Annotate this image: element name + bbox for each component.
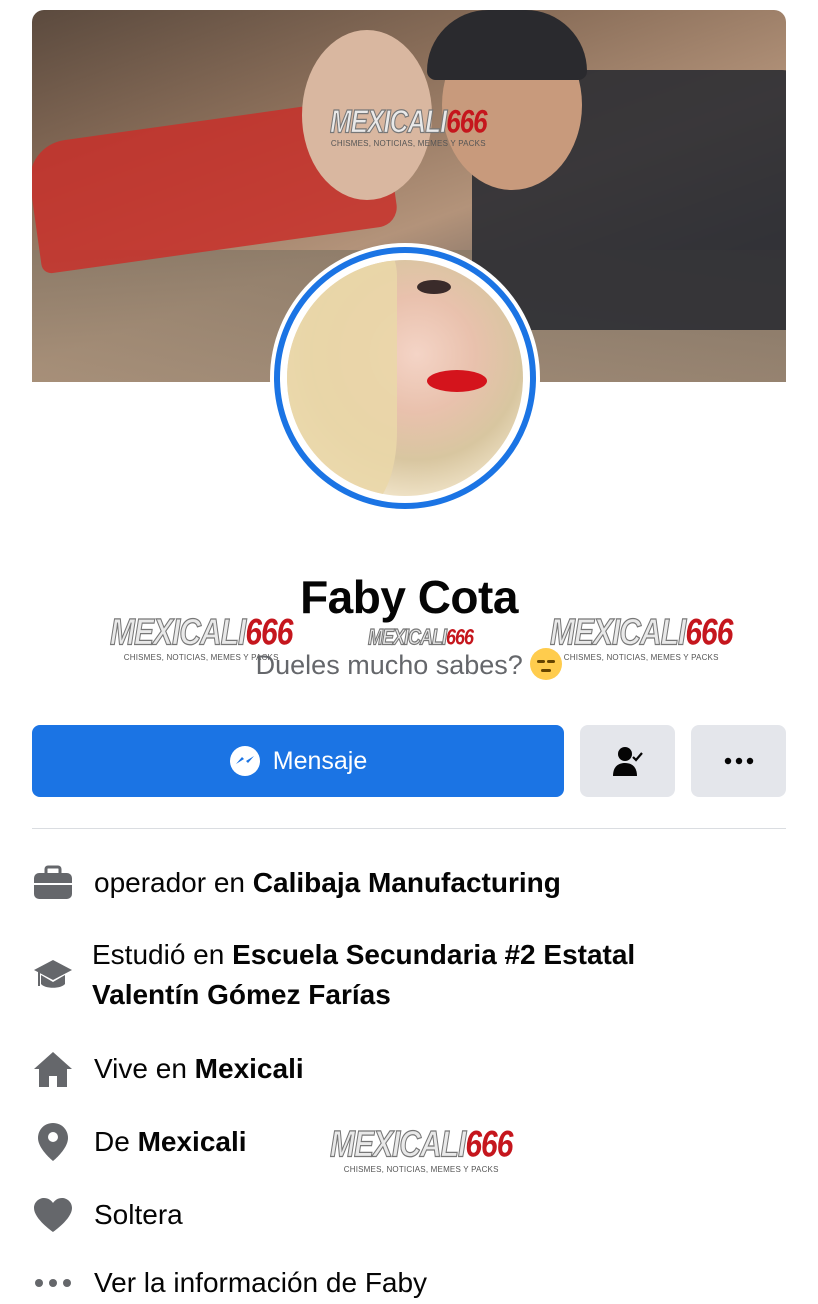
school-link-line2[interactable]: Valentín Gómez Farías: [92, 979, 391, 1010]
lives-text: Vive en Mexicali: [94, 1053, 304, 1084]
message-button[interactable]: Mensaje: [32, 725, 564, 797]
watermark-logo: MEXICALI666: [367, 624, 474, 650]
work-text: operador en Calibaja Manufacturing: [94, 867, 561, 898]
messenger-icon: [229, 746, 260, 776]
see-more-info[interactable]: Ver la información de Faby: [32, 1262, 792, 1304]
home-icon: [32, 1048, 74, 1090]
info-lives: Vive en Mexicali: [32, 1048, 792, 1090]
see-more-text: Ver la información de Faby: [94, 1267, 428, 1298]
story-ring: [274, 247, 536, 509]
info-education: Estudió en Escuela Secundaria #2 Estatal…: [32, 935, 792, 1015]
pensive-face-emoji-icon: [530, 648, 563, 680]
more-dots-icon: [724, 757, 753, 765]
message-button-label: Mensaje: [272, 746, 368, 775]
profile-avatar[interactable]: [270, 243, 540, 513]
graduation-cap-icon: [32, 954, 74, 996]
info-relationship: Soltera: [32, 1194, 792, 1236]
work-place-link[interactable]: Calibaja Manufacturing: [253, 867, 561, 898]
education-text: Estudió en Escuela Secundaria #2 Estatal…: [92, 939, 636, 1010]
lives-place-link[interactable]: Mexicali: [195, 1053, 304, 1084]
location-pin-icon: [32, 1121, 74, 1163]
section-divider: [32, 828, 786, 829]
watermark-logo: MEXICALI666 CHISMES, NOTICIAS, MEMES Y P…: [329, 1123, 513, 1174]
briefcase-icon: [32, 862, 74, 904]
info-work: operador en Calibaja Manufacturing: [32, 862, 792, 904]
bio-text: Dueles mucho sabes?: [255, 650, 523, 680]
more-dots-icon: [32, 1262, 74, 1304]
from-place-link[interactable]: Mexicali: [138, 1126, 247, 1157]
cover-cap: [427, 10, 587, 80]
person-check-icon: [612, 747, 643, 776]
school-link-line1[interactable]: Escuela Secundaria #2 Estatal: [232, 939, 635, 970]
profile-bio: Dueles mucho sabes?: [0, 648, 818, 681]
heart-icon: [32, 1194, 74, 1236]
relationship-text: Soltera: [94, 1199, 183, 1230]
watermark-logo: MEXICALI666 CHISMES, NOTICIAS, MEMES Y P…: [329, 102, 487, 148]
friend-status-button[interactable]: [580, 725, 675, 797]
more-options-button[interactable]: [691, 725, 786, 797]
from-text: De Mexicali: [94, 1126, 247, 1157]
